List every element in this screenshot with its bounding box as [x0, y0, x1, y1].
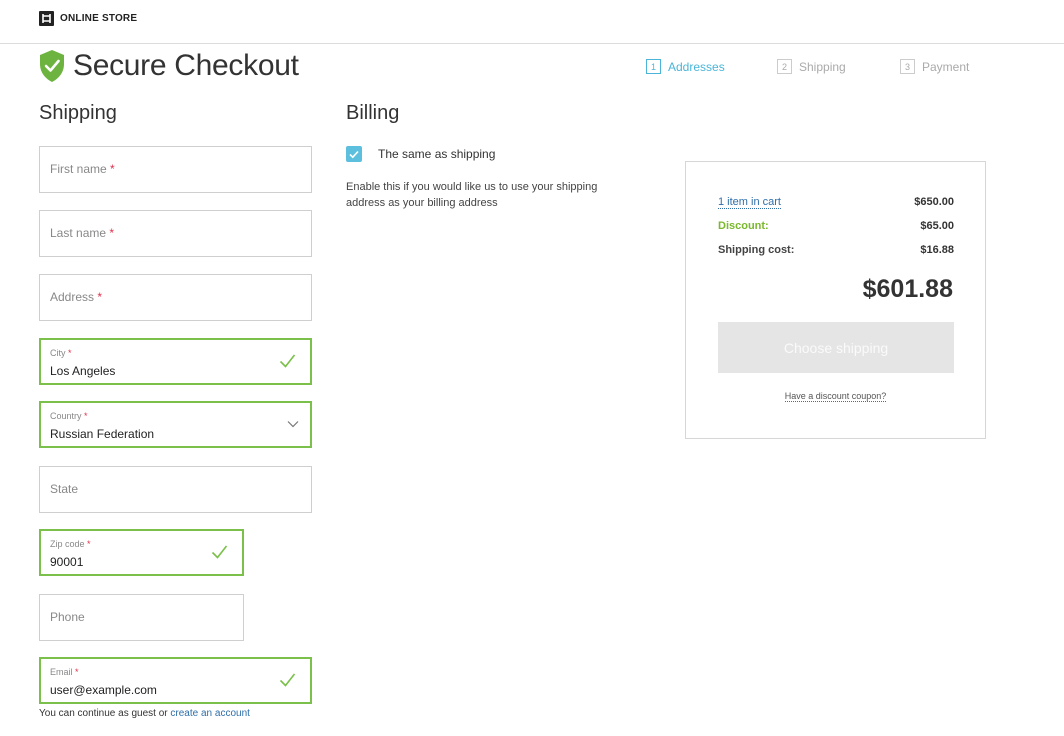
- step-label: Payment: [922, 59, 970, 74]
- store-logo[interactable]: ONLINE STORE: [39, 11, 137, 26]
- summary-discount-row: Discount: $65.00: [718, 220, 954, 232]
- check-icon: [279, 673, 296, 687]
- guest-note: You can continue as guest or create an a…: [39, 708, 250, 719]
- country-select[interactable]: Country * Russian Federation: [39, 401, 312, 448]
- coupon-row: Have a discount coupon?: [686, 391, 985, 402]
- chevron-down-icon[interactable]: [287, 420, 299, 428]
- billing-title: Billing: [346, 102, 400, 124]
- first-name-placeholder: First name *: [50, 162, 115, 176]
- first-name-field[interactable]: First name *: [39, 146, 312, 193]
- choose-shipping-button[interactable]: Choose shipping: [718, 322, 954, 373]
- step-label: Addresses: [668, 59, 725, 74]
- summary-cart-row: 1 item in cart $650.00: [718, 196, 954, 209]
- cart-amount: $650.00: [914, 196, 954, 208]
- create-account-link[interactable]: create an account: [170, 708, 250, 719]
- cart-items-link[interactable]: 1 item in cart: [718, 196, 781, 209]
- check-icon: [279, 354, 296, 368]
- zip-code-label: Zip code *: [50, 539, 91, 549]
- step-number: 1: [646, 59, 661, 74]
- shield-check-icon: [40, 50, 64, 82]
- address-field[interactable]: Address *: [39, 274, 312, 321]
- page-header: Secure Checkout: [38, 49, 299, 83]
- billing-help-text: Enable this if you would like us to use …: [346, 181, 598, 209]
- last-name-field[interactable]: Last name *: [39, 210, 312, 257]
- state-placeholder: State: [50, 482, 79, 496]
- summary-shipping-row: Shipping cost: $16.88: [718, 244, 954, 256]
- country-value: Russian Federation: [50, 427, 155, 441]
- step-number: 3: [900, 59, 915, 74]
- store-logo-icon: [39, 11, 54, 26]
- check-icon: [211, 545, 228, 559]
- city-field[interactable]: City * Los Angeles: [39, 338, 312, 385]
- step-payment[interactable]: 3 Payment: [900, 59, 969, 74]
- state-field[interactable]: State: [39, 466, 312, 513]
- email-label: Email *: [50, 667, 79, 677]
- email-field[interactable]: Email * user@example.com: [39, 657, 312, 704]
- page-title: Secure Checkout: [73, 49, 299, 82]
- shipping-cost-label: Shipping cost:: [718, 244, 795, 256]
- step-label: Shipping: [799, 59, 846, 74]
- same-as-shipping-row[interactable]: The same as shipping: [346, 146, 495, 162]
- store-name: ONLINE STORE: [60, 13, 138, 24]
- email-value: user@example.com: [50, 683, 157, 697]
- address-placeholder: Address *: [50, 290, 103, 304]
- phone-field[interactable]: Phone: [39, 594, 244, 641]
- step-addresses[interactable]: 1 Addresses: [646, 59, 725, 74]
- zip-code-value: 90001: [50, 555, 84, 569]
- order-summary: 1 item in cart $650.00 Discount: $65.00 …: [685, 161, 986, 439]
- city-label: City *: [50, 348, 72, 358]
- discount-label: Discount:: [718, 220, 769, 232]
- discount-amount: $65.00: [920, 220, 954, 232]
- city-value: Los Angeles: [50, 364, 116, 378]
- step-number: 2: [777, 59, 792, 74]
- country-label: Country *: [50, 411, 88, 421]
- same-as-shipping-label: The same as shipping: [378, 147, 496, 161]
- shipping-cost-amount: $16.88: [920, 244, 954, 256]
- same-as-shipping-checkbox[interactable]: [346, 146, 362, 162]
- step-shipping[interactable]: 2 Shipping: [777, 59, 846, 74]
- zip-code-field[interactable]: Zip code * 90001: [39, 529, 244, 576]
- check-icon: [349, 150, 359, 158]
- discount-coupon-link[interactable]: Have a discount coupon?: [784, 391, 887, 402]
- shipping-title: Shipping: [39, 102, 117, 124]
- top-bar: ONLINE STORE: [0, 0, 1064, 44]
- phone-placeholder: Phone: [50, 610, 85, 624]
- last-name-placeholder: Last name *: [50, 226, 115, 240]
- order-total: $601.88: [862, 275, 953, 303]
